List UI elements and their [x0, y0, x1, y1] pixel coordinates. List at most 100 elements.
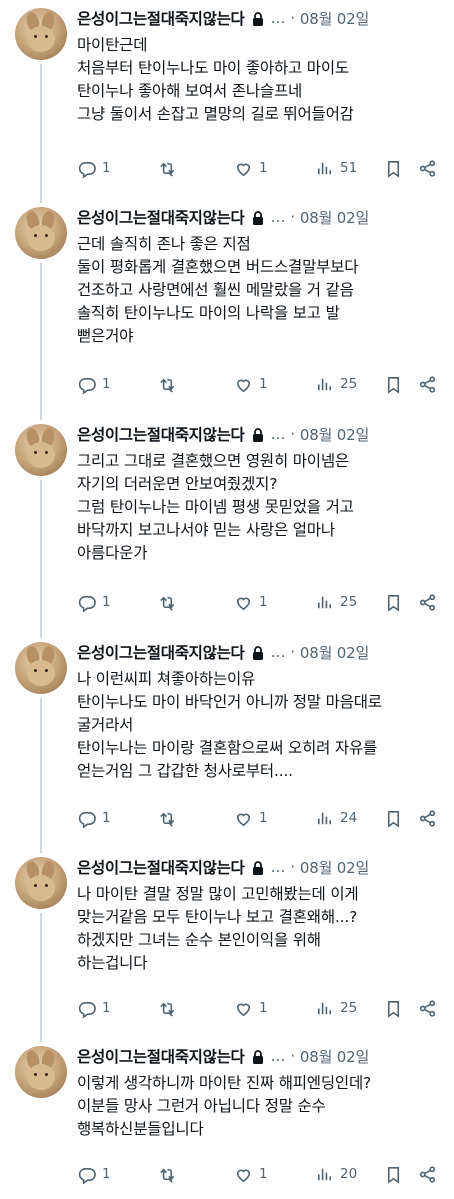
tweet-date[interactable]: 08월 02일 — [300, 642, 369, 663]
avatar[interactable] — [15, 857, 67, 909]
lock-icon — [252, 861, 263, 875]
retweet-button[interactable] — [157, 592, 176, 612]
thread-connector-line — [40, 263, 42, 420]
tweet-actions: 1 1 24 — [77, 808, 439, 828]
bookmark-button[interactable] — [384, 158, 403, 178]
tweet-date[interactable]: 08월 02일 — [300, 207, 369, 228]
like-count: 1 — [259, 1166, 268, 1182]
tweet-date[interactable]: 08월 02일 — [300, 857, 369, 878]
avatar[interactable] — [15, 424, 67, 476]
views-icon — [317, 812, 332, 824]
author-name[interactable]: 은성이그는절대죽지않는다 — [77, 856, 245, 878]
views-button[interactable]: 20 — [315, 1164, 357, 1184]
avatar[interactable] — [15, 642, 67, 694]
handle-truncated[interactable]: … — [271, 858, 286, 876]
views-icon — [317, 1002, 332, 1014]
reply-button[interactable]: 1 — [77, 808, 111, 828]
handle-truncated[interactable]: … — [271, 9, 286, 27]
share-button[interactable] — [418, 808, 437, 828]
reply-count: 1 — [102, 594, 111, 610]
retweet-button[interactable] — [157, 808, 176, 828]
avatar[interactable] — [15, 1046, 67, 1098]
retweet-button[interactable] — [157, 158, 176, 178]
bookmark-button[interactable] — [384, 998, 403, 1018]
handle-truncated[interactable]: … — [271, 208, 286, 226]
bookmark-button[interactable] — [384, 592, 403, 612]
author-name[interactable]: 은성이그는절대죽지않는다 — [77, 1045, 245, 1067]
like-button[interactable]: 1 — [234, 808, 268, 828]
avatar[interactable] — [15, 207, 67, 259]
tweet-text-line: 굴거라서 — [77, 716, 134, 734]
bookmark-button[interactable] — [384, 808, 403, 828]
tweet-text-line: 뻗은거야 — [77, 327, 134, 345]
views-button[interactable]: 51 — [315, 158, 357, 178]
share-button[interactable] — [418, 374, 437, 394]
like-button[interactable]: 1 — [234, 374, 268, 394]
reply-icon — [78, 377, 96, 394]
share-button[interactable] — [418, 158, 437, 178]
tweet-text-line: 둘이 평화롭게 결혼했으면 버드스결말부보다 — [77, 258, 359, 276]
share-button[interactable] — [418, 592, 437, 612]
avatar[interactable] — [15, 8, 67, 60]
author-name[interactable]: 은성이그는절대죽지않는다 — [77, 423, 245, 445]
tweet-text-line: 마이탄근데 — [77, 36, 148, 54]
handle-truncated[interactable]: … — [271, 643, 286, 661]
reply-icon — [78, 811, 96, 828]
author-name[interactable]: 은성이그는절대죽지않는다 — [77, 641, 245, 663]
tweet-text: 나 이런씨피 쳐좋아하는이유 탄이누나도 마이 바닥인거 아니까 정말 마음대로 굴… — [77, 668, 382, 783]
views-button[interactable]: 25 — [315, 374, 357, 394]
separator-dot: · — [290, 9, 295, 27]
views-button[interactable]: 25 — [315, 592, 357, 612]
author-name[interactable]: 은성이그는절대죽지않는다 — [77, 206, 245, 228]
retweet-button[interactable] — [157, 998, 176, 1018]
reply-count: 1 — [102, 1000, 111, 1016]
like-button[interactable]: 1 — [234, 1164, 268, 1184]
tweet-text: 나 마이탄 결말 정말 많이 고민해봤는데 이게 맞는거같음 모두 탄이누나 보고… — [77, 883, 359, 975]
like-count: 1 — [259, 160, 268, 176]
like-count: 1 — [259, 594, 268, 610]
tweet-text-line: 하는겁니다 — [77, 954, 148, 972]
share-button[interactable] — [418, 998, 437, 1018]
tweet-date[interactable]: 08월 02일 — [300, 1046, 369, 1067]
share-icon — [419, 593, 436, 611]
bookmark-button[interactable] — [384, 1164, 403, 1184]
share-button[interactable] — [418, 1164, 437, 1184]
like-button[interactable]: 1 — [234, 592, 268, 612]
tweet-date[interactable]: 08월 02일 — [300, 8, 369, 29]
reply-button[interactable]: 1 — [77, 998, 111, 1018]
tweet-text-line: 바닥까지 보고나서야 믿는 사랑은 얼마나 — [77, 521, 335, 539]
bookmark-button[interactable] — [384, 374, 403, 394]
separator-dot: · — [290, 208, 295, 226]
reply-button[interactable]: 1 — [77, 592, 111, 612]
lock-icon — [252, 12, 263, 26]
separator-dot: · — [290, 425, 295, 443]
tweet-text-line: 그리고 그대로 결혼했으면 영원히 마이넴은 — [77, 452, 349, 470]
like-button[interactable]: 1 — [234, 158, 268, 178]
tweet-text: 그리고 그대로 결혼했으면 영원히 마이넴은 자기의 더러운면 안보여줬겠지? 그럼… — [77, 450, 354, 565]
views-icon — [317, 162, 332, 174]
retweet-button[interactable] — [157, 374, 176, 394]
reply-button[interactable]: 1 — [77, 1164, 111, 1184]
tweet-text: 이렇게 생각하니까 마이탄 진짜 해피엔딩인데? 이분들 망사 그런거 아닙니다 … — [77, 1072, 371, 1141]
tweet-text-line: 그럼 탄이누나는 마이넴 평생 못믿었을 거고 — [77, 498, 354, 516]
reply-button[interactable]: 1 — [77, 158, 111, 178]
handle-truncated[interactable]: … — [271, 1047, 286, 1065]
views-icon — [317, 1168, 332, 1180]
like-button[interactable]: 1 — [234, 998, 268, 1018]
tweet-header: 은성이그는절대죽지않는다 … · 08월 02일 — [77, 1044, 369, 1068]
reply-button[interactable]: 1 — [77, 374, 111, 394]
tweet-date[interactable]: 08월 02일 — [300, 424, 369, 445]
like-count: 1 — [259, 1000, 268, 1016]
retweet-button[interactable] — [157, 1164, 176, 1184]
views-count: 25 — [340, 1000, 358, 1016]
thread-connector-line — [40, 480, 42, 638]
reply-count: 1 — [102, 160, 111, 176]
views-button[interactable]: 24 — [315, 808, 357, 828]
retweet-icon — [160, 162, 175, 177]
handle-truncated[interactable]: … — [271, 425, 286, 443]
author-name[interactable]: 은성이그는절대죽지않는다 — [77, 7, 245, 29]
views-button[interactable]: 25 — [315, 998, 357, 1018]
retweet-icon — [160, 1002, 175, 1017]
bookmark-icon — [387, 1166, 400, 1184]
views-count: 20 — [340, 1166, 358, 1182]
